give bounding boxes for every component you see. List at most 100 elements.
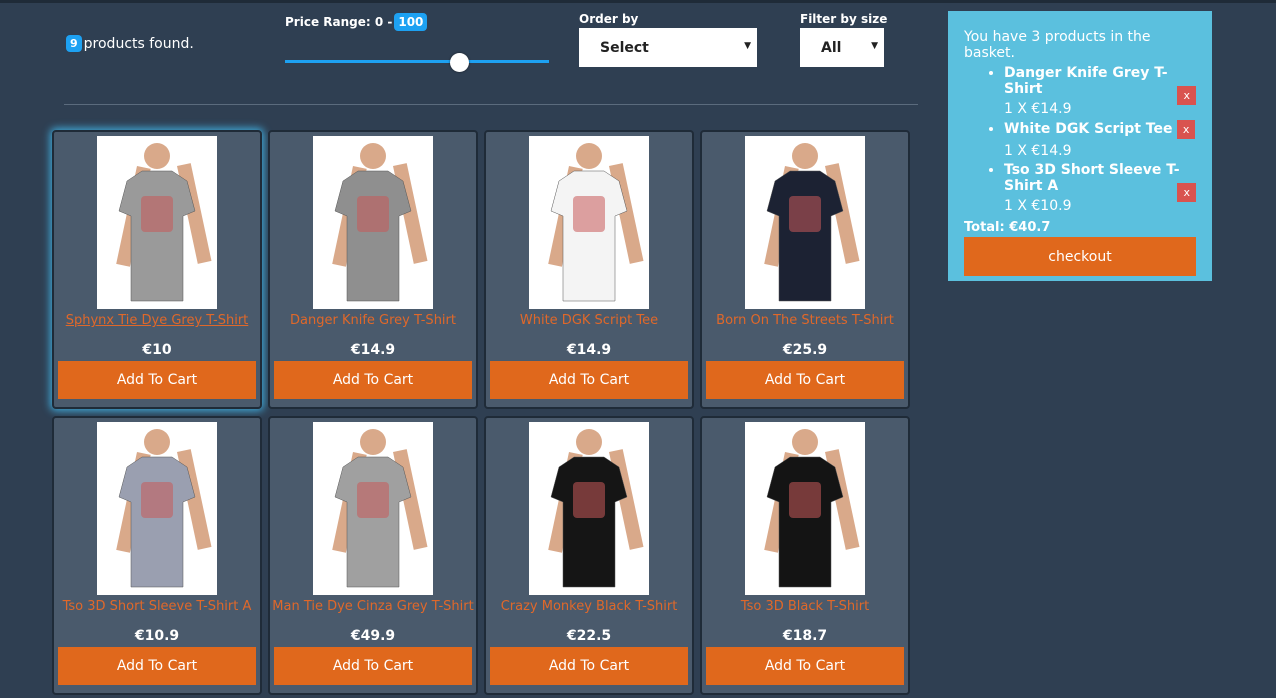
basket-total: Total: €40.7 [964, 220, 1051, 236]
shirt-print [573, 482, 605, 518]
product-title-link[interactable]: Born On The Streets T-Shirt [702, 313, 908, 328]
price-slider-thumb[interactable] [449, 53, 469, 72]
found-text: products found. [83, 35, 194, 52]
model-illustration [116, 429, 212, 588]
product-title-link[interactable]: Crazy Monkey Black T-Shirt [486, 599, 692, 614]
product-card: Tso 3D Black T-Shirt €18.7 Add To Cart [700, 416, 910, 695]
remove-item-button[interactable]: x [1177, 86, 1196, 106]
model-illustration [764, 143, 860, 302]
basket-item-qty: 1 X €14.9 [1004, 101, 1072, 117]
product-image[interactable] [313, 422, 433, 595]
found-count-badge: 9 [66, 35, 82, 52]
product-image[interactable] [745, 136, 865, 309]
add-to-cart-button[interactable]: Add To Cart [274, 361, 472, 399]
head [792, 143, 818, 169]
shirt-print [357, 196, 389, 232]
shirt-print [141, 196, 173, 232]
shirt-print [789, 196, 821, 232]
shirt-print [573, 196, 605, 232]
product-title-link[interactable]: Danger Knife Grey T-Shirt [270, 313, 476, 328]
add-to-cart-button[interactable]: Add To Cart [274, 647, 472, 685]
add-to-cart-button[interactable]: Add To Cart [706, 647, 904, 685]
product-title-link[interactable]: Man Tie Dye Cinza Grey T-Shirt [270, 599, 476, 614]
product-price: €10.9 [134, 628, 180, 644]
products-found: 9 products found. [66, 35, 194, 52]
remove-item-button[interactable]: x [1177, 183, 1196, 203]
product-title-link[interactable]: White DGK Script Tee [486, 313, 692, 328]
product-card: Man Tie Dye Cinza Grey T-Shirt €49.9 Add… [268, 416, 478, 695]
head [576, 143, 602, 169]
caret-down-icon: ▼ [871, 41, 878, 51]
shirt-print [357, 482, 389, 518]
header-divider [64, 104, 918, 105]
product-title-link[interactable]: Tso 3D Black T-Shirt [702, 599, 908, 614]
basket-item: Tso 3D Short Sleeve T-Shirt A 1 X €10.9 … [1004, 162, 1196, 214]
product-image[interactable] [529, 136, 649, 309]
size-filter-value: All [821, 39, 842, 56]
add-to-cart-button[interactable]: Add To Cart [706, 361, 904, 399]
product-image[interactable] [313, 136, 433, 309]
product-card: Danger Knife Grey T-Shirt €14.9 Add To C… [268, 130, 478, 409]
product-title-link[interactable]: Tso 3D Short Sleeve T-Shirt A [54, 599, 260, 614]
order-by-control: Order by Select ▼ [579, 12, 757, 67]
basket-list: Danger Knife Grey T-Shirt 1 X €14.9 x Wh… [1004, 65, 1196, 214]
product-image[interactable] [97, 422, 217, 595]
product-image[interactable] [529, 422, 649, 595]
shirt-print [789, 482, 821, 518]
model-illustration [548, 429, 644, 588]
caret-down-icon: ▼ [744, 41, 751, 51]
product-card: Tso 3D Short Sleeve T-Shirt A €10.9 Add … [52, 416, 262, 695]
order-by-value: Select [600, 39, 649, 56]
model-illustration [548, 143, 644, 302]
basket-item-name: Danger Knife Grey T-Shirt [1004, 65, 1168, 97]
product-price: €25.9 [782, 342, 828, 358]
product-image[interactable] [97, 136, 217, 309]
price-range-label-text: Price Range: 0 - [285, 15, 393, 29]
price-range-filter: Price Range: 0 - 100 [285, 13, 550, 72]
head [360, 143, 386, 169]
head [576, 429, 602, 455]
basket-item-qty: 1 X €14.9 [1004, 143, 1072, 160]
add-to-cart-button[interactable]: Add To Cart [490, 361, 688, 399]
top-border [0, 0, 1276, 3]
product-card: Crazy Monkey Black T-Shirt €22.5 Add To … [484, 416, 694, 695]
head [360, 429, 386, 455]
product-title-link[interactable]: Sphynx Tie Dye Grey T-Shirt [54, 313, 260, 328]
size-filter-control: Filter by size All ▼ [800, 12, 887, 67]
head [144, 429, 170, 455]
checkout-button[interactable]: checkout [964, 237, 1196, 277]
product-price: €22.5 [566, 628, 612, 644]
product-price: €14.9 [350, 342, 396, 358]
basket-item-name: Tso 3D Short Sleeve T-Shirt A [1004, 162, 1180, 195]
order-by-label: Order by [579, 12, 639, 26]
model-illustration [764, 429, 860, 588]
size-filter-select[interactable]: All ▼ [800, 28, 884, 67]
product-card: Sphynx Tie Dye Grey T-Shirt €10 Add To C… [52, 130, 262, 409]
price-max-badge: 100 [394, 13, 428, 31]
model-illustration [116, 143, 212, 302]
shirt-print [141, 482, 173, 518]
remove-item-button[interactable]: x [1176, 120, 1196, 140]
add-to-cart-button[interactable]: Add To Cart [490, 647, 688, 685]
model-illustration [332, 143, 428, 302]
order-by-select[interactable]: Select ▼ [579, 28, 757, 67]
model-illustration [332, 429, 428, 588]
product-price: €49.9 [350, 628, 396, 644]
product-price: €10 [142, 342, 172, 358]
head [792, 429, 818, 455]
basket-item-qty: 1 X €10.9 [1004, 198, 1072, 215]
shopping-basket: You have 3 products in the basket. Dange… [948, 11, 1212, 281]
basket-item: Danger Knife Grey T-Shirt 1 X €14.9 x [1004, 65, 1196, 117]
product-price: €18.7 [782, 628, 828, 644]
product-price: €14.9 [566, 342, 612, 358]
product-image[interactable] [745, 422, 865, 595]
basket-item: White DGK Script Tee x 1 X €14.9 [1004, 120, 1196, 159]
add-to-cart-button[interactable]: Add To Cart [58, 647, 256, 685]
size-filter-label: Filter by size [800, 12, 888, 26]
product-card: White DGK Script Tee €14.9 Add To Cart [484, 130, 694, 409]
head [144, 143, 170, 169]
basket-item-name: White DGK Script Tee [1004, 121, 1173, 137]
price-slider-track[interactable] [285, 60, 549, 63]
basket-heading: You have 3 products in the basket. [964, 29, 1151, 61]
add-to-cart-button[interactable]: Add To Cart [58, 361, 256, 399]
